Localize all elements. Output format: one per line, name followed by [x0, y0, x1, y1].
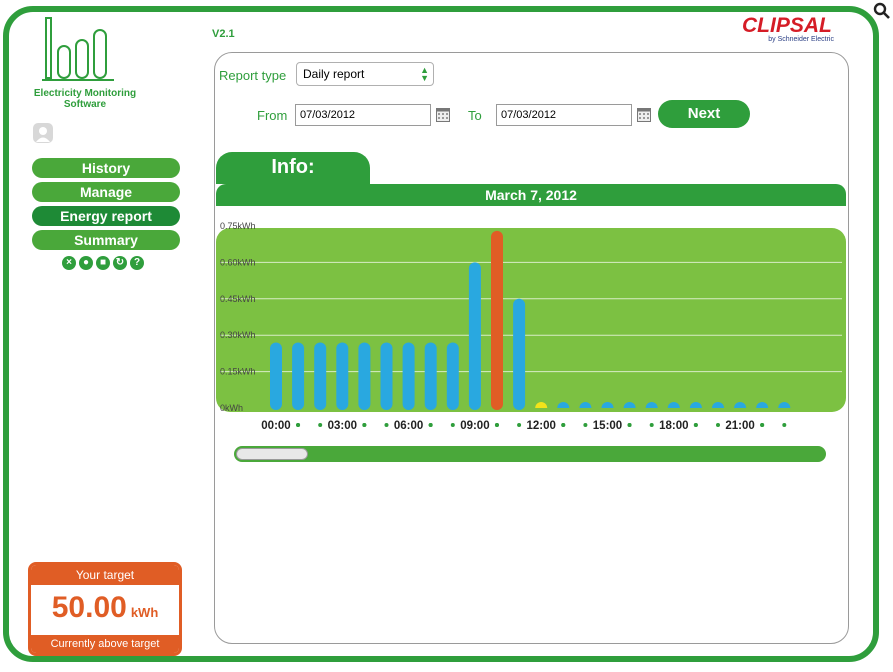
nav-summary-button[interactable]: Summary [32, 230, 180, 250]
target-title: Your target [31, 565, 179, 585]
bar-09:00 [468, 262, 481, 410]
nav-history-button[interactable]: History [32, 158, 180, 178]
bar-04:00 [358, 342, 371, 410]
x-tick-dot [693, 423, 698, 427]
close-icon[interactable]: × [62, 256, 76, 270]
bar-02:00 [314, 342, 327, 410]
y-tick-label: 0.75kWh [220, 221, 256, 231]
bar-11:00 [513, 298, 526, 410]
next-button[interactable]: Next [658, 100, 750, 128]
x-tick-label: 06:00 [394, 420, 423, 432]
report-type-select[interactable]: Daily report ▲ ▼ [296, 62, 434, 86]
bar-05:00 [380, 342, 393, 410]
info-tab[interactable]: Info: [216, 152, 370, 184]
target-unit: kWh [130, 605, 159, 620]
x-tick-label: 03:00 [328, 420, 357, 432]
app-name-line2: Software [63, 99, 107, 110]
user-icon[interactable] [32, 122, 54, 144]
from-date-input[interactable]: 07/03/2012 [295, 104, 431, 126]
x-tick-dot [517, 423, 522, 427]
x-tick-dot [362, 423, 367, 427]
app-name-line1: Electricity Monitoring [33, 88, 137, 99]
zoom-icon[interactable] [873, 2, 891, 20]
nav-energy-report-button[interactable]: Energy report [32, 206, 180, 226]
x-tick-dot [384, 423, 389, 427]
square-icon[interactable]: ■ [96, 256, 110, 270]
energy-bar-chart: 0kWh 0.15kWh 0.30kWh 0.45kWh 0.60kWh 0.75kWh 0… [216, 221, 846, 432]
x-tick-dot [649, 423, 654, 427]
target-value-row: 50.00 kWh [31, 591, 179, 625]
x-tick-label: 21:00 [725, 420, 754, 432]
bar-03:00 [336, 342, 349, 410]
x-tick-dot [627, 423, 632, 427]
x-tick-label: 09:00 [460, 420, 489, 432]
bar-08:00 [446, 342, 459, 410]
to-label: To [468, 108, 482, 123]
brand-name: CLIPSAL [742, 14, 832, 37]
x-tick-dot [760, 423, 765, 427]
x-tick-label: 12:00 [526, 420, 555, 432]
x-tick-dot [428, 423, 433, 427]
x-tick-dot [318, 423, 323, 427]
refresh-icon[interactable]: ↻ [113, 256, 127, 270]
bar-00:00 [270, 342, 282, 410]
x-tick-dot [494, 423, 499, 427]
select-arrows-icon: ▲ ▼ [420, 65, 429, 83]
x-tick-dot [296, 423, 300, 427]
chart-plot-area [216, 228, 846, 412]
chart-scrollbar[interactable] [234, 446, 826, 462]
x-tick-label: 18:00 [659, 420, 688, 432]
scrollbar-thumb[interactable] [236, 448, 308, 460]
app-name: Electricity Monitoring Software [20, 88, 150, 110]
y-tick-label: 0.45kWh [220, 294, 256, 304]
chart-title: March 7, 2012 [216, 184, 846, 206]
to-date-input[interactable]: 07/03/2012 [496, 104, 632, 126]
y-tick-label: 0.15kWh [220, 367, 256, 377]
x-tick-dot [450, 423, 455, 427]
report-type-value: Daily report [303, 67, 365, 81]
version-label: V2.1 [212, 28, 235, 40]
y-tick-label: 0.30kWh [220, 330, 256, 340]
app-logo [42, 17, 114, 81]
from-label: From [257, 108, 288, 123]
x-tick-dot [583, 423, 588, 427]
bar-06:00 [402, 342, 415, 410]
y-tick-label: 0kWh [220, 403, 243, 413]
bar-01:00 [292, 342, 305, 410]
x-tick-label: 00:00 [261, 420, 290, 432]
target-value: 50.00 [51, 591, 127, 624]
x-tick-dot [561, 423, 566, 427]
report-type-label: Report type [219, 68, 287, 83]
bar-10:00 [491, 230, 503, 410]
sidebar-mini-icons: × ● ■ ↻ ? [62, 256, 144, 270]
bar-07:00 [424, 342, 437, 410]
calendar-icon[interactable] [436, 108, 450, 122]
x-tick-dot [716, 423, 720, 427]
y-tick-label: 0.60kWh [220, 257, 256, 267]
brand-logo: CLIPSAL by Schneider Electric [742, 14, 834, 54]
nav-manage-button[interactable]: Manage [32, 182, 180, 202]
target-panel: Your target 50.00 kWh Currently above tar… [28, 562, 182, 656]
circle-icon[interactable]: ● [79, 256, 93, 270]
x-tick-dot [782, 423, 787, 427]
calendar-icon[interactable] [637, 108, 651, 122]
help-icon[interactable]: ? [130, 256, 144, 270]
target-status: Currently above target [31, 635, 179, 653]
x-tick-label: 15:00 [593, 420, 622, 432]
